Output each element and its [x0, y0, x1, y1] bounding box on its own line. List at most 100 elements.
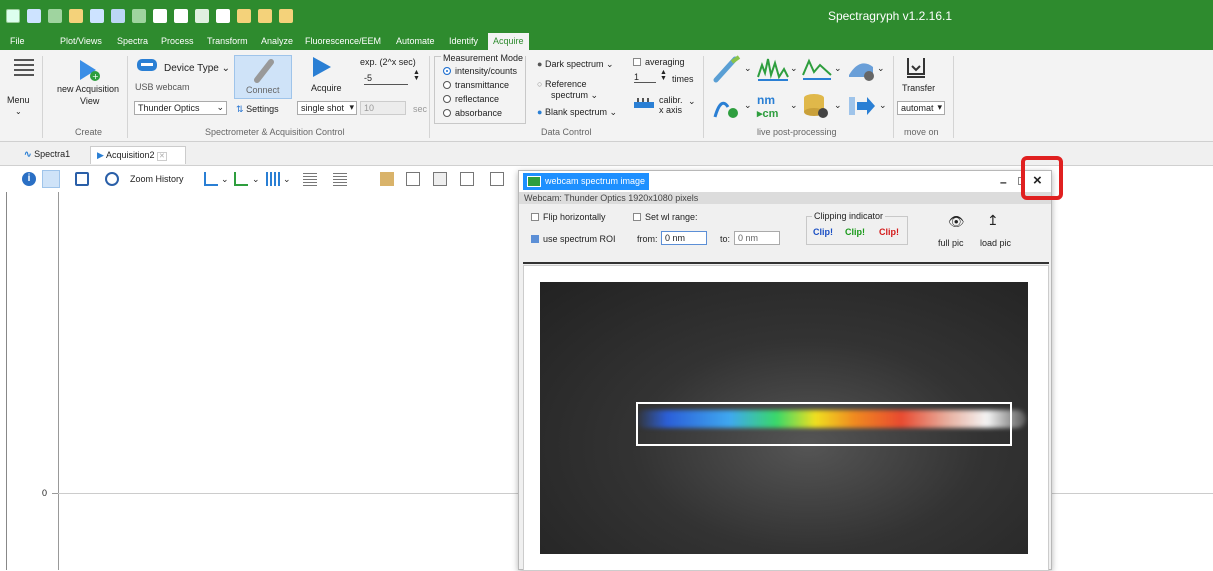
qat-folder2-icon[interactable] [258, 9, 272, 23]
use-roi-checkbox[interactable]: use spectrum ROI [531, 234, 616, 244]
chevron-down-icon[interactable]: ⌄ [221, 174, 229, 185]
chevron-down-icon[interactable]: ⌄ [252, 174, 260, 185]
acquire-play-icon[interactable] [312, 56, 332, 78]
chevron-down-icon[interactable]: ⌄ [790, 63, 798, 74]
new-acquisition-label-2[interactable]: View [80, 96, 99, 106]
info-icon[interactable]: i [22, 172, 36, 186]
menu-plot-views[interactable]: Plot/Views [60, 36, 102, 46]
pen-smoothing-icon[interactable] [713, 55, 743, 83]
menu-process[interactable]: Process [161, 36, 194, 46]
chevron-down-icon[interactable]: ⌄ [877, 63, 885, 74]
qat-list-icon[interactable] [195, 9, 209, 23]
window-restore-icon[interactable] [460, 172, 474, 186]
zoom-history-button[interactable]: Zoom History [130, 174, 184, 184]
transfer-label[interactable]: Transfer [902, 83, 935, 93]
device-select[interactable]: Thunder Optics ⌄ [134, 101, 227, 115]
flip-horizontally-checkbox[interactable]: Flip horizontally [531, 212, 606, 222]
mode-reflectance-radio[interactable]: reflectance [443, 94, 499, 104]
connect-label[interactable]: Connect [246, 85, 280, 95]
qat-open-icon[interactable] [27, 9, 41, 23]
chevron-down-icon[interactable]: ⌄ [834, 100, 842, 111]
cm-unit-label[interactable]: ▸cm [757, 107, 778, 120]
load-pic-button[interactable]: load pic [980, 238, 1011, 248]
webcam-image[interactable] [540, 282, 1028, 554]
chevron-down-icon[interactable]: ⌄ [688, 96, 696, 107]
database-search-icon[interactable] [802, 92, 830, 120]
averaging-spinner-icon[interactable]: ▲ ▼ [660, 69, 667, 82]
shot-mode-select[interactable]: single shot ▾ [297, 101, 357, 115]
chevron-down-icon[interactable]: ⌄ [15, 107, 22, 116]
qat-settings-icon[interactable] [279, 9, 293, 23]
mode-intensity-radio[interactable]: intensity/counts [443, 66, 517, 76]
chevron-down-icon[interactable]: ⌄ [283, 174, 291, 185]
exposure-spinner-icon[interactable]: ▲ ▼ [413, 69, 420, 82]
eye-icon[interactable]: 👁 [948, 214, 965, 230]
export-arrow-icon[interactable] [848, 94, 876, 118]
averaging-times-input[interactable]: 1 [634, 72, 656, 83]
device-type-dropdown[interactable]: Device Type ⌄ [164, 63, 230, 74]
reference-spectrum-label-2[interactable]: spectrum ⌄ [551, 90, 598, 101]
sec-input[interactable]: 10 [360, 101, 406, 115]
new-acquisition-label[interactable]: new Acquisition [57, 84, 119, 94]
menu-file[interactable]: File [10, 36, 25, 46]
transfer-select[interactable]: automat ▾ [897, 101, 945, 115]
app-icon[interactable] [6, 9, 20, 23]
from-input[interactable]: 0 nm [661, 231, 707, 245]
connect-button[interactable]: Connect [234, 55, 292, 99]
fit-curve-icon[interactable] [713, 94, 741, 120]
qat-export-icon[interactable] [90, 9, 104, 23]
acquire-label[interactable]: Acquire [311, 83, 342, 93]
chevron-down-icon[interactable]: ⌄ [790, 100, 798, 111]
nm-unit-label[interactable]: nm [757, 93, 775, 107]
chevron-down-icon[interactable]: ⌄ [744, 100, 752, 111]
menu-acquire[interactable]: Acquire [488, 33, 529, 50]
averaging-checkbox[interactable]: averaging [633, 57, 685, 67]
full-pic-button[interactable]: full pic [938, 238, 964, 248]
legend-icon[interactable] [303, 172, 317, 186]
qat-paste-icon[interactable] [132, 9, 146, 23]
webcam-window-titlebar[interactable]: webcam spectrum image – × [519, 171, 1051, 192]
qat-customize-icon[interactable] [300, 9, 306, 23]
set-wl-range-checkbox[interactable]: Set wl range: [633, 212, 698, 222]
qat-save-icon[interactable] [48, 9, 62, 23]
baseline-icon[interactable] [802, 55, 832, 83]
mode-absorbance-radio[interactable]: absorbance [443, 108, 502, 118]
reference-spectrum-button[interactable]: ○ Reference [537, 79, 586, 89]
chevron-down-icon[interactable]: ⌄ [879, 100, 887, 111]
calibrate-label[interactable]: calibr. [659, 95, 683, 105]
new-acquisition-icon[interactable]: + [78, 58, 100, 82]
zoom-region-icon[interactable] [75, 172, 89, 186]
menu-fluorescence[interactable]: Fluorescence/EEM [305, 36, 381, 46]
blank-spectrum-button[interactable]: ● Blank spectrum ⌄ [537, 107, 617, 118]
zoom-magnifier-icon[interactable] [105, 172, 119, 186]
tab-acquisition2[interactable]: ▶ Acquisition2 ✕ [90, 146, 186, 164]
tab-spectra1[interactable]: ∿ Spectra1 [18, 146, 76, 164]
exposure-input[interactable]: -5 [364, 73, 408, 85]
hamburger-menu-icon[interactable] [14, 56, 34, 76]
minimize-icon[interactable]: – [1000, 175, 1007, 189]
menu-analyze[interactable]: Analyze [261, 36, 293, 46]
axis-x-icon[interactable] [234, 172, 248, 186]
dark-spectrum-button[interactable]: ● Dark spectrum ⌄ [537, 59, 614, 70]
tab-close-icon[interactable]: ✕ [156, 152, 167, 161]
menu-spectra[interactable]: Spectra [117, 36, 148, 46]
cleaning-icon[interactable] [846, 55, 876, 83]
menu-transform[interactable]: Transform [207, 36, 248, 46]
peaks-icon[interactable] [757, 55, 789, 83]
calibrate-label-2[interactable]: x axis [659, 105, 682, 115]
device-type-icon[interactable] [136, 56, 158, 74]
roi-rectangle[interactable] [636, 402, 1012, 446]
grid-icon[interactable] [266, 172, 280, 186]
qat-folder-icon[interactable] [69, 9, 83, 23]
menu-identify[interactable]: Identify [449, 36, 478, 46]
chevron-down-icon[interactable]: ⌄ [744, 63, 752, 74]
transfer-icon[interactable] [905, 56, 927, 80]
copy-plot-icon[interactable] [380, 172, 394, 186]
menu-automate[interactable]: Automate [396, 36, 435, 46]
menu-label[interactable]: Menu [7, 95, 30, 105]
calibrate-icon[interactable] [633, 96, 655, 112]
qat-bar-icon[interactable] [237, 9, 251, 23]
chevron-down-icon[interactable]: ⌄ [834, 63, 842, 74]
window-tile-icon[interactable] [490, 172, 504, 186]
paste-icon[interactable] [433, 172, 447, 186]
